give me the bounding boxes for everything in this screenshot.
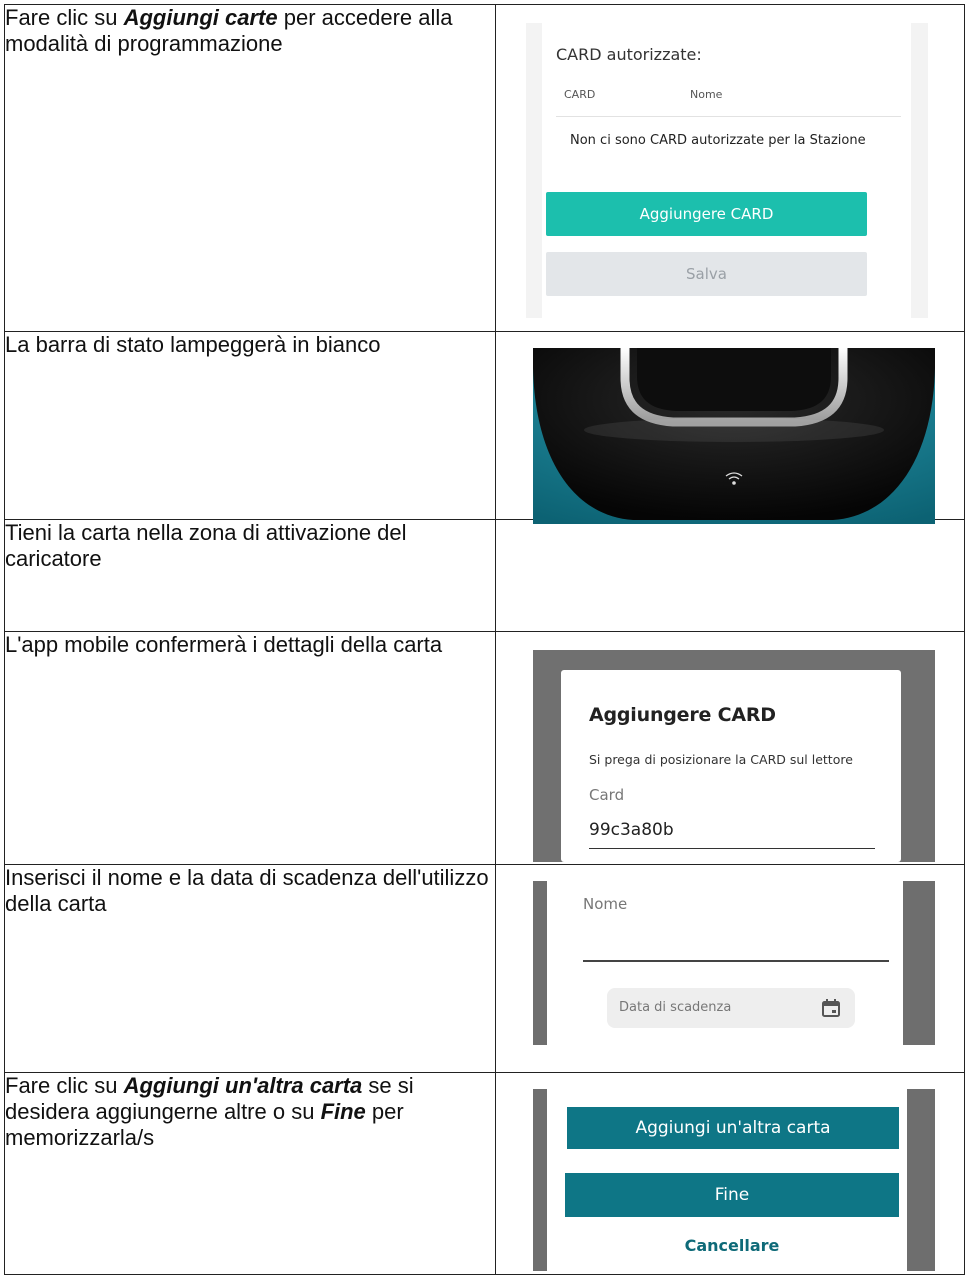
step-text-part: Fare clic su xyxy=(5,1073,124,1098)
step-image-1: CARD autorizzate: CARD Nome Non ci sono … xyxy=(495,4,965,332)
add-another-card-button[interactable]: Aggiungi un'altra carta xyxy=(567,1107,899,1149)
authorized-cards-panel: CARD autorizzate: CARD Nome Non ci sono … xyxy=(542,23,911,318)
save-button[interactable]: Salva xyxy=(546,252,867,296)
empty-list-message: Non ci sono CARD autorizzate per la Staz… xyxy=(570,133,866,148)
step-image-5: Nome Data di scadenza xyxy=(495,864,965,1073)
step-text-emphasis: Aggiungi un'altra carta xyxy=(123,1073,363,1098)
add-card-dialog-screenshot: Aggiungere CARD Si prega di posizionare … xyxy=(533,650,935,862)
card-field-label: Card xyxy=(589,786,625,804)
step-text-2: La barra di stato lampeggerà in bianco xyxy=(4,331,496,520)
step-image-6: Aggiungi un'altra carta Fine Cancellare xyxy=(495,1072,965,1275)
cancel-button[interactable]: Cancellare xyxy=(565,1229,899,1263)
step-text-emphasis: Fine xyxy=(320,1099,366,1124)
column-header-name: Nome xyxy=(690,88,723,101)
name-expiry-form-screenshot: Nome Data di scadenza xyxy=(533,881,935,1045)
name-field[interactable]: Nome xyxy=(583,895,627,913)
add-card-button[interactable]: Aggiungere CARD xyxy=(546,192,867,236)
step-row-6: Fare clic su Aggiungi un'altra carta se … xyxy=(4,1072,965,1275)
step-text-6: Fare clic su Aggiungi un'altra carta se … xyxy=(4,1072,496,1275)
charger-photo xyxy=(533,348,935,524)
step-image-4: Aggiungere CARD Si prega di posizionare … xyxy=(495,631,965,865)
name-expiry-form: Nome Data di scadenza xyxy=(547,881,903,1045)
instructions-table: Fare clic su Aggiungi carte per accedere… xyxy=(4,4,965,1275)
authorized-cards-heading: CARD autorizzate: xyxy=(556,45,702,64)
step-row-3: Tieni la carta nella zona di attivazione… xyxy=(4,519,965,632)
step-text-4: L'app mobile confermerà i dettagli della… xyxy=(4,631,496,865)
divider xyxy=(556,116,901,117)
step-text-emphasis: Aggiungi carte xyxy=(123,5,278,30)
charger-status-bar-image xyxy=(533,348,935,524)
finish-buttons-screenshot: Aggiungi un'altra carta Fine Cancellare xyxy=(533,1089,935,1271)
add-card-dialog: Aggiungere CARD Si prega di posizionare … xyxy=(561,670,901,862)
step-row-4: L'app mobile confermerà i dettagli della… xyxy=(4,631,965,865)
field-underline xyxy=(589,848,875,849)
step-text-3: Tieni la carta nella zona di attivazione… xyxy=(4,519,496,632)
finish-buttons-panel: Aggiungi un'altra carta Fine Cancellare xyxy=(547,1089,907,1271)
step-row-2: La barra di stato lampeggerà in bianco xyxy=(4,331,965,524)
step-text-5: Inserisci il nome e la data di scadenza … xyxy=(4,864,496,1073)
done-button[interactable]: Fine xyxy=(565,1173,899,1217)
step-text-part: Fare clic su xyxy=(5,5,124,30)
authorized-cards-screenshot: CARD autorizzate: CARD Nome Non ci sono … xyxy=(526,23,928,318)
step-image-3-empty xyxy=(495,519,965,632)
step-row-5: Inserisci il nome e la data di scadenza … xyxy=(4,864,965,1073)
expiry-date-placeholder: Data di scadenza xyxy=(619,1000,732,1015)
expiry-date-field[interactable]: Data di scadenza xyxy=(607,988,855,1028)
step-row-1: Fare clic su Aggiungi carte per accedere… xyxy=(4,4,965,332)
calendar-icon[interactable] xyxy=(821,998,841,1022)
step-image-2 xyxy=(495,331,965,524)
dialog-title: Aggiungere CARD xyxy=(589,704,776,726)
card-id-field[interactable]: 99c3a80b xyxy=(589,820,674,840)
dialog-message: Si prega di posizionare la CARD sul lett… xyxy=(589,752,853,767)
step-text-1: Fare clic su Aggiungi carte per accedere… xyxy=(4,4,496,332)
column-header-card: CARD xyxy=(564,88,596,101)
name-field-underline xyxy=(583,960,889,962)
